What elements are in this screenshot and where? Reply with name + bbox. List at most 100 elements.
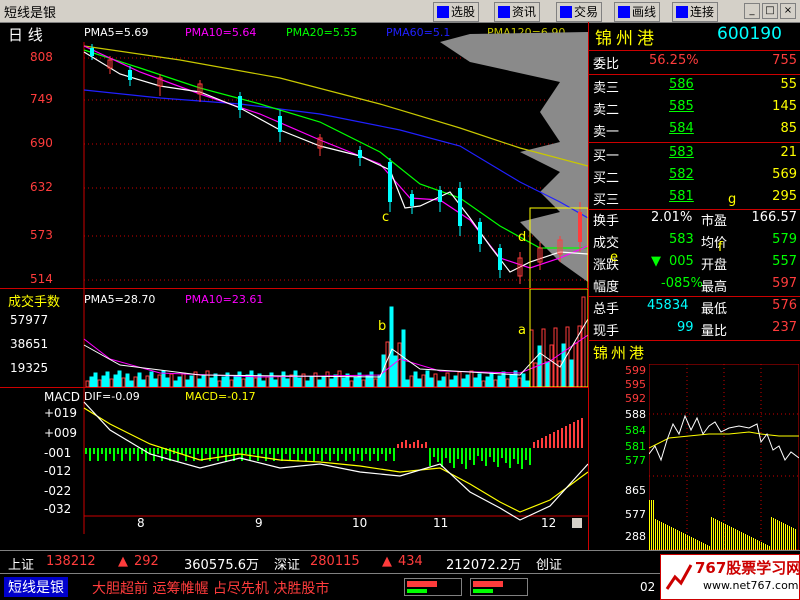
- volume-bar: [477, 373, 482, 387]
- kline-pane[interactable]: 日 线 PMA5=5.69 PMA10=5.64 PMA20=5.55 PMA6…: [0, 22, 588, 289]
- app-title: 短线是银: [4, 6, 57, 21]
- intraday-vol-bar: [771, 517, 772, 550]
- volume-bar: [465, 374, 470, 387]
- cy-label: 创证: [536, 558, 563, 573]
- volume-bar: [149, 371, 154, 387]
- intraday-vol-bar: [717, 520, 718, 550]
- trade-button[interactable]: 交易: [556, 2, 603, 22]
- stock-name: 锦州港: [595, 29, 658, 49]
- connect-button[interactable]: 连接: [672, 2, 719, 22]
- trade-icon: [560, 6, 572, 18]
- intraday-vol-bar: [725, 524, 726, 550]
- volume-bar: [481, 380, 486, 387]
- market-gauge-1: [404, 578, 462, 596]
- volume-bar: [285, 378, 290, 387]
- intraday-vol-bar: [715, 519, 716, 550]
- intraday-vol-bar: [763, 543, 764, 550]
- annotation-c: c: [382, 210, 390, 225]
- sz-change: 434: [398, 554, 423, 569]
- stat-low-value: 576: [772, 298, 797, 313]
- volume-bar: [549, 344, 554, 387]
- select-stock-button[interactable]: 选股: [433, 2, 480, 22]
- intraday-tick-584: 584: [625, 424, 646, 437]
- intraday-vol-bar: [737, 530, 738, 550]
- volume-bar: [565, 326, 570, 387]
- intraday-vol-bar: [689, 536, 690, 550]
- intraday-tick-588: 588: [625, 408, 646, 421]
- volume-bar: [361, 379, 366, 387]
- select-stock-icon: [437, 6, 449, 18]
- intraday-vol-bar: [685, 534, 686, 550]
- buy3-price: 581: [669, 189, 694, 204]
- intraday-vol-bar: [701, 542, 702, 550]
- up-arrow-icon: ▲: [118, 554, 128, 569]
- volume-bar: [233, 375, 238, 387]
- volume-bar: [573, 342, 578, 387]
- volume-bar: [309, 376, 314, 387]
- buy3-vol: 295: [772, 189, 797, 204]
- chart-logo-icon: [665, 564, 693, 590]
- sh-index: 138212: [46, 554, 96, 569]
- volume-bar: [181, 372, 186, 387]
- volume-bar: [545, 361, 550, 387]
- stat-last-label: 成交: [593, 236, 620, 251]
- volume-bar: [93, 372, 98, 387]
- volume-bar: [141, 379, 146, 387]
- intraday-vol-bar: [727, 525, 728, 550]
- news-button[interactable]: 资讯: [494, 2, 541, 22]
- volume-bar: [441, 376, 446, 387]
- intraday-vol-bar: [733, 528, 734, 550]
- volume-bar: [209, 377, 214, 387]
- volume-bar: [389, 306, 394, 387]
- volume-bar: [433, 373, 438, 387]
- intraday-chart[interactable]: 599 595 592 588 584 581 577 865 577 288: [589, 364, 800, 550]
- intraday-vol-bar: [679, 531, 680, 550]
- scroll-handle[interactable]: [572, 518, 582, 528]
- volume-bar: [173, 380, 178, 387]
- intraday-vol-bar: [663, 523, 664, 550]
- buy2-vol: 569: [772, 167, 797, 182]
- x-axis: 8 9 10 11 12: [0, 514, 588, 534]
- watermark-url: www.net767.com: [703, 579, 799, 592]
- volume-bar: [85, 380, 90, 387]
- intraday-vol-bar: [695, 539, 696, 550]
- intraday-vol-bar: [665, 524, 666, 550]
- intraday-vol-tick-865: 865: [625, 484, 646, 497]
- volume-bar: [277, 375, 282, 387]
- volume-bar: [109, 378, 114, 387]
- intraday-vol-bar: [795, 529, 796, 550]
- volume-bar: [473, 377, 478, 387]
- volume-bar: [369, 371, 374, 387]
- intraday-vol-bar: [787, 525, 788, 550]
- title-bar: 短线是银 选股 资讯 交易 画线 连接 _ □ ×: [0, 0, 800, 23]
- intraday-vol-bar: [711, 517, 712, 550]
- volume-bar: [113, 374, 118, 387]
- stat-volratio-label: 量比: [701, 324, 728, 339]
- connect-label: 连接: [690, 5, 715, 19]
- volume-bar: [205, 370, 210, 387]
- intraday-vol-bar: [703, 543, 704, 550]
- minimize-button[interactable]: _: [744, 3, 760, 19]
- volume-pane[interactable]: 成交手数 PMA5=28.70 PMA10=23.61 57977 38651 …: [0, 289, 588, 388]
- maximize-button[interactable]: □: [762, 3, 778, 19]
- watermark-text: 767股票学习网: [695, 559, 800, 577]
- intraday-vol-bar: [779, 521, 780, 550]
- intraday-vol-bar: [781, 522, 782, 550]
- macd-pane[interactable]: MACD DIF=-0.09 MACD=-0.17 +019 +009 -001…: [0, 388, 588, 534]
- intraday-graph: [649, 364, 799, 550]
- intraday-vol-tick-288: 288: [625, 530, 646, 543]
- close-button[interactable]: ×: [780, 3, 796, 19]
- draw-line-button[interactable]: 画线: [614, 2, 661, 22]
- intraday-vol-bar: [661, 522, 662, 550]
- intraday-vol-bar: [671, 527, 672, 550]
- sh-label: 上证: [8, 558, 35, 573]
- stock-code: 600190: [717, 24, 782, 44]
- intraday-tick-581: 581: [625, 440, 646, 453]
- volume-bar: [461, 378, 466, 387]
- volume-bar: [121, 377, 126, 387]
- annotation-e: e: [610, 250, 618, 265]
- intraday-vol-bar: [785, 524, 786, 550]
- macd-graph: [83, 388, 588, 534]
- intraday-vol-bar: [729, 526, 730, 550]
- volume-bar: [249, 370, 254, 387]
